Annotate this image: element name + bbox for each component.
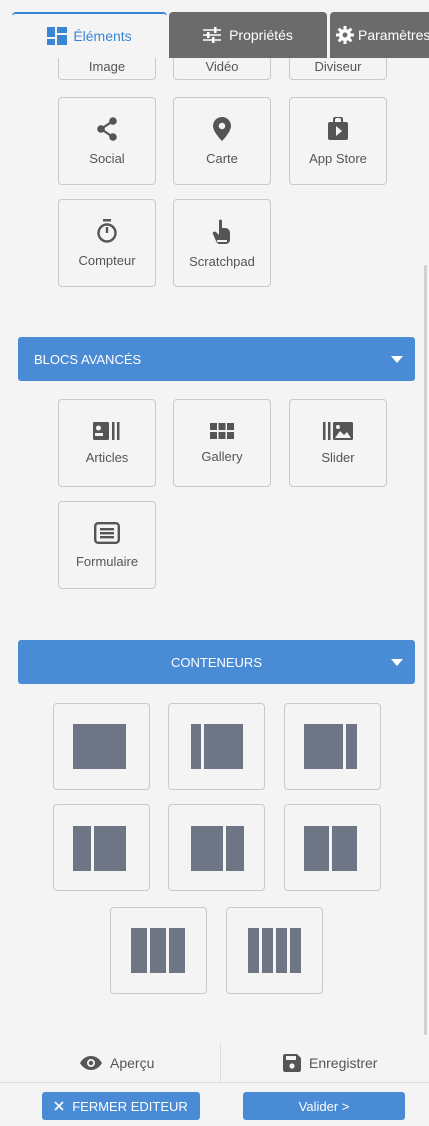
layout-block [191, 724, 201, 769]
tab-elements[interactable]: Éléments [12, 12, 167, 58]
validate-button[interactable]: Valider > [243, 1092, 405, 1120]
layout-block [226, 826, 244, 871]
map-pin-icon [213, 116, 231, 141]
tile-label: Articles [85, 449, 129, 465]
sliders-icon [203, 27, 222, 43]
container-4-columns[interactable] [226, 907, 323, 994]
slider-icon [323, 421, 353, 440]
tab-settings[interactable]: Paramètres [330, 12, 429, 58]
tile-app-store[interactable]: App Store [289, 97, 387, 185]
tile-scratchpad[interactable]: Scratchpad [173, 199, 271, 287]
form-icon [94, 521, 120, 544]
tile-image[interactable]: Image [58, 58, 156, 80]
tile-map[interactable]: Carte [173, 97, 271, 185]
layout-block [150, 928, 166, 973]
container-2-columns[interactable] [284, 804, 381, 891]
layout-block [332, 826, 357, 871]
tab-properties[interactable]: Propriétés [169, 12, 327, 58]
tile-counter[interactable]: Compteur [58, 199, 156, 287]
layout-block [169, 928, 185, 973]
layout-block [73, 826, 91, 871]
divider [220, 1044, 221, 1082]
tile-label: Vidéo [205, 59, 239, 74]
layout-block [346, 724, 357, 769]
scrollbar[interactable] [424, 265, 427, 1035]
tile-form[interactable]: Formulaire [58, 501, 156, 589]
tab-settings-label: Paramètres [358, 27, 429, 43]
container-right-sidebar[interactable] [284, 703, 381, 790]
tile-label: Image [88, 59, 126, 74]
share-icon [97, 116, 117, 141]
tile-social[interactable]: Social [58, 97, 156, 185]
layout-block [131, 928, 147, 973]
layout-block [290, 928, 301, 973]
tile-divider[interactable]: Diviseur [289, 58, 387, 80]
save-button[interactable]: Enregistrer [283, 1048, 377, 1078]
close-icon [54, 1101, 64, 1111]
tile-label: Scratchpad [189, 253, 255, 269]
layout-block [204, 724, 243, 769]
container-2-1-columns[interactable] [168, 804, 265, 891]
tile-gallery[interactable]: Gallery [173, 399, 271, 487]
eye-icon [80, 1056, 102, 1070]
grid-icon [47, 27, 68, 45]
caret-down-icon [391, 658, 403, 666]
articles-icon [93, 421, 120, 440]
footer: Aperçu Enregistrer FERMER EDITEUR Valide… [0, 1036, 429, 1126]
close-editor-button[interactable]: FERMER EDITEUR [42, 1092, 200, 1120]
layout-block [304, 826, 329, 871]
preview-button[interactable]: Aperçu [80, 1048, 154, 1078]
layout-block [276, 928, 287, 973]
tile-slider[interactable]: Slider [289, 399, 387, 487]
layout-block [248, 928, 259, 973]
tile-label: Slider [321, 449, 355, 465]
section-title: CONTENEURS [170, 654, 262, 670]
container-left-sidebar[interactable] [168, 703, 265, 790]
save-icon [283, 1054, 301, 1072]
tile-label: Compteur [78, 252, 136, 268]
tile-label: App Store [309, 150, 367, 166]
container-1-2-columns[interactable] [53, 804, 150, 891]
layout-block [262, 928, 273, 973]
caret-down-icon [391, 355, 403, 363]
close-editor-label: FERMER EDITEUR [72, 1098, 188, 1114]
tile-video[interactable]: Vidéo [173, 58, 271, 80]
elements-panel[interactable]: Image Vidéo Diviseur Social Carte App St… [0, 58, 429, 1036]
tile-articles[interactable]: Articles [58, 399, 156, 487]
tab-properties-label: Propriétés [229, 27, 293, 43]
layout-block [94, 826, 126, 871]
section-advanced-blocks[interactable]: BLOCS AVANCÉS [18, 337, 415, 381]
gallery-icon [210, 422, 234, 439]
container-3-columns[interactable] [110, 907, 207, 994]
tile-label: Diviseur [314, 59, 362, 74]
save-label: Enregistrer [309, 1055, 378, 1071]
tile-label: Carte [206, 150, 238, 166]
tile-label: Gallery [201, 448, 243, 464]
section-title: BLOCS AVANCÉS [34, 351, 142, 367]
tab-elements-label: Éléments [73, 28, 132, 44]
app-store-icon [328, 116, 348, 140]
divider [0, 1082, 429, 1083]
gear-icon [336, 26, 354, 44]
timer-icon [97, 218, 117, 243]
section-containers[interactable]: CONTENEURS [18, 640, 415, 684]
tab-bar: Éléments Propriétés Paramètres [0, 0, 429, 58]
preview-label: Aperçu [110, 1055, 155, 1071]
layout-block [304, 724, 343, 769]
validate-label: Valider > [298, 1098, 350, 1114]
tile-label: Social [89, 150, 125, 166]
hand-pointer-icon [212, 219, 230, 244]
container-1-column[interactable] [53, 703, 150, 790]
layout-block [191, 826, 223, 871]
tile-label: Formulaire [75, 553, 139, 569]
layout-block [73, 724, 126, 769]
